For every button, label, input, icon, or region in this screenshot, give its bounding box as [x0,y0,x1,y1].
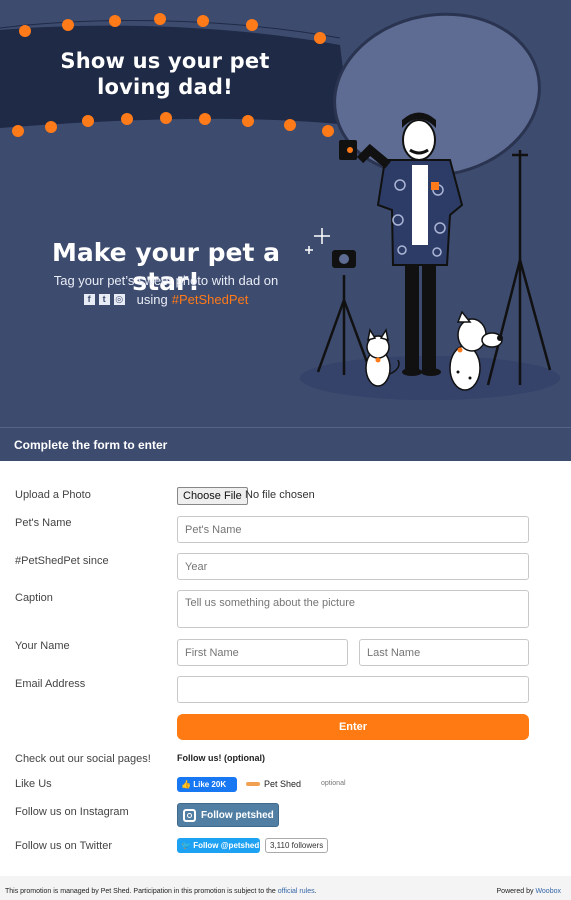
facebook-like-text: Like 20K [193,780,227,789]
like-us-label: Like Us [15,778,52,790]
caption-textarea[interactable] [177,590,529,628]
form-header: Complete the form to enter [0,427,571,461]
form-header-title: Complete the form to enter [14,438,168,452]
twitter-follower-count: 3,110 followers [265,838,329,853]
your-name-label: Your Name [15,640,70,652]
official-rules-link[interactable]: official rules [278,888,315,895]
footer: This promotion is managed by Pet Shed. P… [0,876,571,900]
twitter-icon: t [98,294,110,305]
twitter-label: Follow us on Twitter [15,840,113,852]
pet-shed-logo-icon [246,782,260,786]
year-input[interactable] [177,553,529,580]
hero-banner-text: Show us your pet loving dad! [60,49,270,99]
hero-subline: Tag your pet’s sweet photo with dad on [53,273,279,288]
caption-label: Caption [15,592,53,604]
using-text: using [136,292,168,307]
instagram-icon [183,808,196,822]
powered-by-text: Powered by [496,888,534,895]
footer-disclaimer: This promotion is managed by Pet Shed. P… [5,888,317,895]
pet-name-input[interactable] [177,516,529,543]
email-input[interactable] [177,676,529,703]
optional-note: optional [321,780,346,787]
social-pages-label: Check out our social pages! [15,753,151,765]
hashtag: #PetShedPet [171,292,249,307]
hero-tagline: f t ◎ using #PetShedPet [26,292,306,307]
twitter-follow-text: Follow @petshed [193,841,260,850]
footer-managed-text: This promotion is managed by Pet Shed. P… [5,888,276,895]
page-name[interactable]: Pet Shed [264,779,301,789]
hero-banner: Show us your pet loving dad! Make your p… [0,0,571,427]
upload-photo-label: Upload a Photo [15,489,91,501]
facebook-like-button[interactable]: 👍 Like 20K [177,777,237,792]
enter-button[interactable]: Enter [177,714,529,740]
thumbs-up-icon: 👍 [181,780,191,789]
instagram-label: Follow us on Instagram [15,806,129,818]
follow-us-heading: Follow us! (optional) [177,753,265,763]
petshedpet-since-label: #PetShedPet since [15,555,109,567]
facebook-icon: f [83,294,95,305]
woobox-link[interactable]: Woobox [535,888,561,895]
last-name-input[interactable] [359,639,529,666]
instagram-follow-text: Follow petshed [201,809,274,821]
email-label: Email Address [15,678,86,690]
first-name-input[interactable] [177,639,348,666]
file-status: No file chosen [245,489,315,501]
twitter-follow-button[interactable]: 🐦 Follow @petshed [177,838,260,853]
footer-powered-by: Powered by Woobox [497,888,561,895]
twitter-bird-icon: 🐦 [181,841,191,850]
instagram-follow-button[interactable]: Follow petshed [177,803,279,827]
choose-file-button[interactable]: Choose File [177,487,248,505]
instagram-icon: ◎ [113,294,125,305]
pet-name-label: Pet's Name [15,517,72,529]
